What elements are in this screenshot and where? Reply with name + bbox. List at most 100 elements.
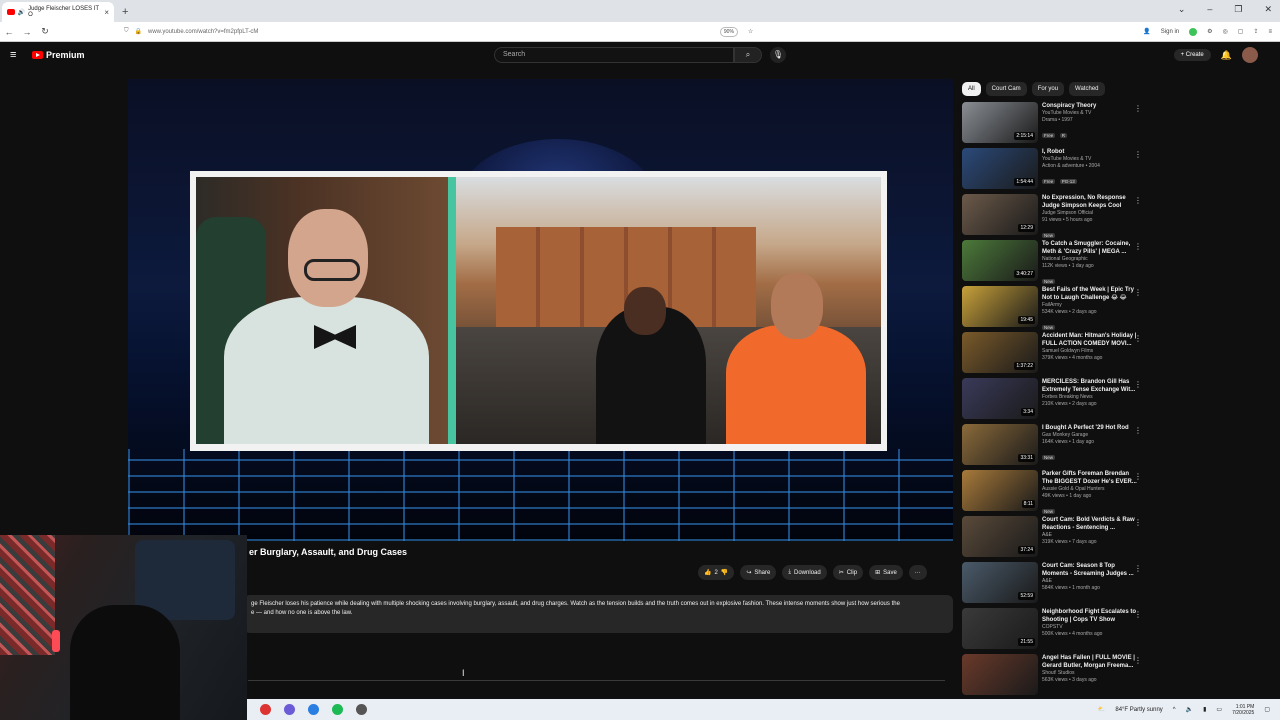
youtube-logo[interactable]: Premium <box>32 50 85 60</box>
reload-icon[interactable]: ↻ <box>36 26 54 37</box>
video-thumbnail[interactable]: 1:54:44 <box>962 148 1038 189</box>
list-item[interactable]: 37:24 Court Cam: Bold Verdicts & Raw Rea… <box>962 516 1272 562</box>
video-description[interactable]: ge Fleischer loses his patience while de… <box>244 595 953 633</box>
more-vert-icon[interactable]: ⋮ <box>1134 196 1142 205</box>
video-thumbnail[interactable]: 19:45 <box>962 286 1038 327</box>
list-item[interactable]: 21:55 Neighborhood Fight Escalates to Sh… <box>962 608 1272 654</box>
back-icon[interactable]: ← <box>0 27 18 37</box>
chip-watched[interactable]: Watched <box>1069 82 1105 96</box>
settings-icon[interactable]: ◎ <box>1223 28 1228 35</box>
list-item[interactable]: 8:11 Parker Gifts Foreman Brendan The BI… <box>962 470 1272 516</box>
list-item[interactable]: 3:40:27 To Catch a Smuggler: Cocaine, Me… <box>962 240 1272 286</box>
lock-icon[interactable]: 🔒 <box>135 28 142 35</box>
more-vert-icon[interactable]: ⋮ <box>1134 104 1142 113</box>
minimize-button[interactable]: – <box>1207 4 1212 15</box>
item-channel[interactable]: A&E <box>1042 578 1140 585</box>
video-thumbnail[interactable]: 3:34 <box>962 378 1038 419</box>
item-channel[interactable]: Gas Monkey Garage <box>1042 432 1140 439</box>
more-vert-icon[interactable]: ⋮ <box>1134 380 1142 389</box>
spotify-icon[interactable] <box>332 704 343 715</box>
voice-search-button[interactable]: 🎙 <box>770 47 786 63</box>
battery-icon[interactable]: ▭ <box>1216 706 1222 713</box>
network-icon[interactable]: ▮ <box>1203 706 1206 713</box>
item-title[interactable]: MERCILESS: Brandon Gill Has Extremely Te… <box>1042 378 1140 394</box>
tab-search-icon[interactable]: ⌄ <box>1178 4 1186 15</box>
video-thumbnail[interactable]: 2:15:14 <box>962 102 1038 143</box>
zoom-indicator[interactable]: 90% <box>719 26 738 37</box>
list-item[interactable]: Angel Has Fallen | FULL MOVIE | Gerard B… <box>962 654 1272 700</box>
list-item[interactable]: 1:54:44 I, Robot YouTube Movies & TV Act… <box>962 148 1272 194</box>
like-button[interactable]: 👍 2 👎 <box>698 565 735 580</box>
restore-button[interactable]: ❐ <box>1234 4 1242 15</box>
more-vert-icon[interactable]: ⋮ <box>1134 656 1142 665</box>
download-button[interactable]: ⤓ Download <box>782 565 827 580</box>
list-item[interactable]: 52:59 Court Cam: Season 8 Top Moments - … <box>962 562 1272 608</box>
taskbar-app-icon[interactable] <box>284 704 295 715</box>
item-channel[interactable]: COPSTV <box>1042 624 1140 631</box>
profile-icon[interactable]: 👤 <box>1143 28 1150 35</box>
item-channel[interactable]: YouTube Movies & TV <box>1042 156 1140 163</box>
list-item[interactable]: 12:29 No Expression, No Response Judge S… <box>962 194 1272 240</box>
chip-court-cam[interactable]: Court Cam <box>985 82 1027 96</box>
taskbar-app-icon[interactable] <box>308 704 319 715</box>
item-channel[interactable]: A&E <box>1042 532 1140 539</box>
more-vert-icon[interactable]: ⋮ <box>1134 518 1142 527</box>
video-thumbnail[interactable]: 12:29 <box>962 194 1038 235</box>
more-vert-icon[interactable]: ⋮ <box>1134 288 1142 297</box>
more-vert-icon[interactable]: ⋮ <box>1134 426 1142 435</box>
item-title[interactable]: I Bought A Perfect '29 Hot Rod <box>1042 424 1140 432</box>
clip-button[interactable]: ✂ Clip <box>832 565 864 580</box>
weather-text[interactable]: 84°F Partly sunny <box>1115 707 1162 713</box>
item-title[interactable]: Court Cam: Bold Verdicts & Raw Reactions… <box>1042 516 1140 532</box>
thumbs-down-icon[interactable]: 👎 <box>721 569 728 576</box>
item-title[interactable]: Conspiracy Theory <box>1042 102 1140 110</box>
more-vert-icon[interactable]: ⋮ <box>1134 610 1142 619</box>
tray-chevron-icon[interactable]: ^ <box>1173 707 1176 713</box>
more-actions-button[interactable]: ··· <box>908 565 927 580</box>
clock[interactable]: 1:01 PM 7/20/2025 <box>1232 704 1254 716</box>
menu-icon[interactable]: ≡ <box>1268 29 1272 35</box>
video-thumbnail[interactable]: 1:37:22 <box>962 332 1038 373</box>
item-title[interactable]: Parker Gifts Foreman Brendan The BIGGEST… <box>1042 470 1140 486</box>
item-title[interactable]: Angel Has Fallen | FULL MOVIE | Gerard B… <box>1042 654 1140 670</box>
shield-icon[interactable]: ⛉ <box>124 28 129 35</box>
star-icon[interactable]: ☆ <box>748 28 753 35</box>
hamburger-menu-icon[interactable]: ≡ <box>10 49 24 61</box>
item-channel[interactable]: Forbes Breaking News <box>1042 394 1140 401</box>
create-button[interactable]: + Create <box>1173 49 1211 61</box>
taskbar-app-icon[interactable] <box>260 704 271 715</box>
item-title[interactable]: I, Robot <box>1042 148 1140 156</box>
video-thumbnail[interactable]: 52:59 <box>962 562 1038 603</box>
item-channel[interactable]: Aussie Gold & Opal Hunters <box>1042 486 1140 493</box>
chip-for-you[interactable]: For you <box>1031 82 1065 96</box>
extension-icon[interactable] <box>1189 27 1198 36</box>
chip-all[interactable]: All <box>962 82 981 96</box>
share-button[interactable]: ↪ Share <box>740 565 777 580</box>
video-player[interactable] <box>128 79 953 541</box>
speaker-icon[interactable]: 🔊 <box>18 9 25 16</box>
avatar[interactable] <box>1242 47 1258 63</box>
forward-icon[interactable]: → <box>18 27 36 37</box>
volume-icon[interactable]: 🔈 <box>1186 706 1193 713</box>
video-thumbnail[interactable] <box>962 654 1038 695</box>
more-vert-icon[interactable]: ⋮ <box>1134 242 1142 251</box>
item-title[interactable]: No Expression, No Response Judge Simpson… <box>1042 194 1140 210</box>
new-tab-button[interactable]: + <box>122 6 128 18</box>
video-thumbnail[interactable]: 8:11 <box>962 470 1038 511</box>
item-channel[interactable]: FailArmy <box>1042 302 1140 309</box>
item-title[interactable]: Accident Man: Hitman's Holiday | FULL AC… <box>1042 332 1140 348</box>
search-button[interactable]: ⌕ <box>734 47 762 63</box>
search-input[interactable]: Search <box>494 47 734 63</box>
video-thumbnail[interactable]: 3:40:27 <box>962 240 1038 281</box>
list-item[interactable]: 1:37:22 Accident Man: Hitman's Holiday |… <box>962 332 1272 378</box>
close-window-button[interactable]: ✕ <box>1264 4 1272 15</box>
item-title[interactable]: To Catch a Smuggler: Cocaine, Meth & 'Cr… <box>1042 240 1140 256</box>
notifications-bell-icon[interactable]: 🔔 <box>1221 50 1232 61</box>
extensions-icon[interactable]: ⚙ <box>1207 28 1212 35</box>
list-item[interactable]: 3:34 MERCILESS: Brandon Gill Has Extreme… <box>962 378 1272 424</box>
more-vert-icon[interactable]: ⋮ <box>1134 472 1142 481</box>
sign-in-link[interactable]: Sign in <box>1161 29 1179 35</box>
item-channel[interactable]: YouTube Movies & TV <box>1042 110 1140 117</box>
item-channel[interactable]: Judge Simpson Official <box>1042 210 1140 217</box>
list-item[interactable]: 19:45 Best Fails of the Week | Epic Try … <box>962 286 1272 332</box>
